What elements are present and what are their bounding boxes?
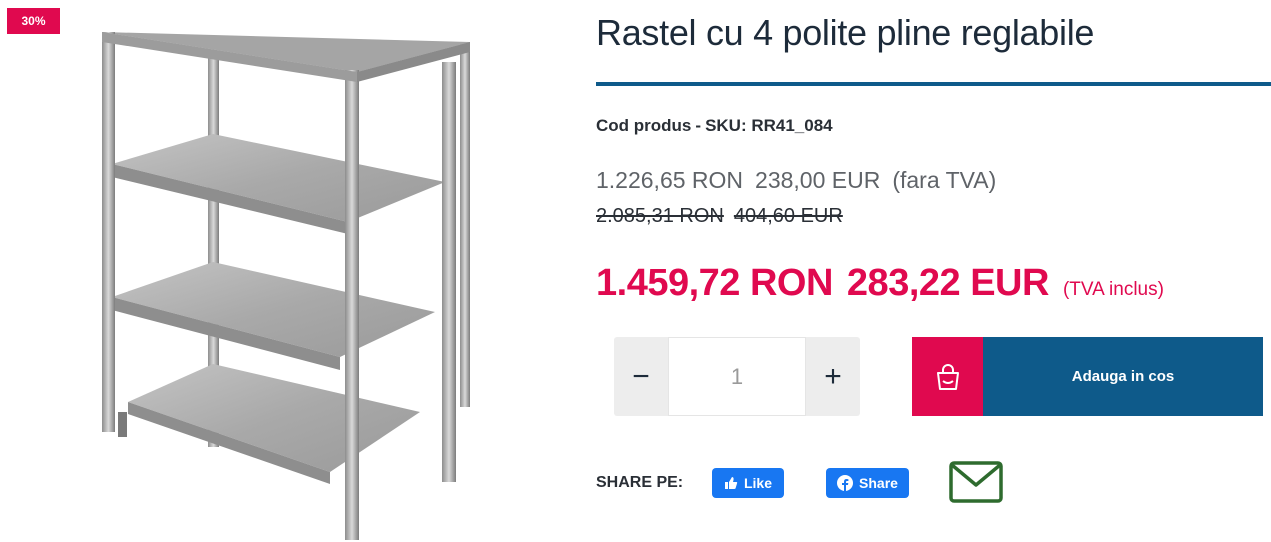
facebook-icon <box>837 475 854 491</box>
product-title: Rastel cu 4 polite pline reglabile <box>596 12 1095 53</box>
discount-badge: 30% <box>7 8 60 34</box>
shopping-bag-icon <box>912 337 983 416</box>
quantity-decrease-button[interactable]: − <box>614 337 668 416</box>
sku-label: Cod produs <box>596 116 692 135</box>
quantity-input[interactable] <box>668 337 806 416</box>
add-to-cart-label: Adauga in cos <box>983 337 1263 416</box>
facebook-share-label: Share <box>859 475 898 491</box>
price-old-eur: 404,60 EUR <box>733 205 843 227</box>
price-with-vat: 1.459,72 RON 283,22 EUR (TVA inclus) <box>596 262 1164 305</box>
quantity-stepper: − + <box>614 337 860 416</box>
thumbs-up-icon <box>724 477 738 489</box>
price-old: 2.085,31 RON 404,60 EUR <box>596 205 853 228</box>
price-no-vat-note: (fara TVA) <box>892 167 997 193</box>
sku-separator: - <box>695 116 702 135</box>
facebook-like-button[interactable]: Like <box>712 468 784 498</box>
quantity-increase-button[interactable]: + <box>806 337 860 416</box>
share-label: SHARE PE: <box>596 474 684 491</box>
title-divider <box>596 82 1271 86</box>
price-no-vat-eur: 238,00 EUR <box>755 167 881 193</box>
price-final-note: (TVA inclus) <box>1062 279 1164 300</box>
price-no-vat-ron: 1.226,65 RON <box>596 167 744 193</box>
product-sku: Cod produs - SKU: RR41_084 <box>596 116 833 136</box>
price-without-vat: 1.226,65 RON 238,00 EUR (fara TVA) <box>596 167 1008 194</box>
price-final-ron: 1.459,72 RON <box>596 262 833 304</box>
price-final-eur: 283,22 EUR <box>846 262 1050 304</box>
facebook-share-button[interactable]: Share <box>826 468 909 498</box>
add-to-cart-button[interactable]: Adauga in cos <box>912 337 1263 416</box>
sku-value: SKU: RR41_084 <box>705 116 833 135</box>
product-image-shelving-rack <box>102 32 470 540</box>
envelope-icon[interactable] <box>949 461 1003 503</box>
price-old-ron: 2.085,31 RON <box>596 205 724 227</box>
facebook-like-label: Like <box>743 475 772 491</box>
